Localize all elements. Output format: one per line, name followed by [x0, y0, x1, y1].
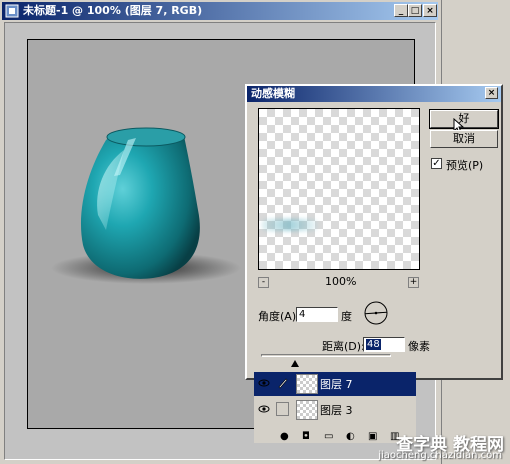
- blur-preview-stroke: [261, 219, 319, 231]
- dialog-close-button[interactable]: ×: [485, 87, 498, 99]
- zoom-out-button[interactable]: -: [258, 277, 269, 288]
- layer-row[interactable]: 图层 3: [254, 398, 416, 422]
- angle-dial[interactable]: [363, 300, 389, 326]
- angle-input[interactable]: 4: [296, 307, 338, 322]
- distance-slider-track[interactable]: [261, 354, 391, 357]
- angle-label: 角度(A):: [258, 310, 300, 323]
- layer-row[interactable]: 图层 7: [254, 372, 416, 396]
- dialog-titlebar[interactable]: 动感模糊 ×: [247, 86, 501, 102]
- brush-icon: [278, 378, 288, 389]
- preview-checkbox[interactable]: ✓: [431, 158, 442, 169]
- watermark: 查字典 教程网 jiaocheng.chazidian.com: [330, 430, 506, 462]
- angle-unit: 度: [341, 310, 352, 323]
- document-title: 未标题-1 @ 100% (图层 7, RGB): [23, 4, 203, 17]
- eye-icon[interactable]: [258, 403, 270, 415]
- distance-value: 48: [366, 339, 381, 350]
- eye-icon[interactable]: [258, 377, 270, 389]
- minimize-button[interactable]: _: [394, 4, 408, 17]
- distance-label: 距离(D):: [322, 340, 365, 353]
- cancel-button[interactable]: 取消: [430, 130, 498, 148]
- close-button[interactable]: ×: [423, 4, 437, 17]
- distance-input[interactable]: 48: [363, 337, 405, 352]
- photoshop-doc-icon: [5, 4, 19, 18]
- mask-icon[interactable]: ◘: [302, 431, 310, 442]
- filter-preview[interactable]: [258, 108, 420, 270]
- layer-style-icon[interactable]: ●: [280, 431, 289, 442]
- layer-name: 图层 7: [320, 378, 353, 391]
- link-box[interactable]: [276, 402, 289, 416]
- distance-unit: 像素: [408, 340, 430, 353]
- motion-blur-dialog: 动感模糊 × - 100% + 好 取消 ✓ 预览(P) 角度(A): 4 度 …: [245, 84, 503, 380]
- distance-slider-thumb[interactable]: [291, 360, 299, 367]
- zoom-in-button[interactable]: +: [408, 277, 419, 288]
- preview-label: 预览(P): [446, 159, 484, 172]
- layer-thumbnail: [296, 400, 318, 420]
- watermark-url: jiaocheng.chazidian.com: [378, 450, 502, 461]
- zoom-level: 100%: [325, 275, 357, 288]
- maximize-button[interactable]: □: [408, 4, 422, 17]
- vase-rim: [106, 127, 186, 147]
- document-titlebar[interactable]: 未标题-1 @ 100% (图层 7, RGB) _ □ ×: [2, 2, 438, 20]
- layer-name: 图层 3: [320, 404, 353, 417]
- screen: 未标题-1 @ 100% (图层 7, RGB) _ □ × 动感模糊 × - …: [0, 0, 510, 464]
- dialog-title: 动感模糊: [251, 87, 295, 100]
- layer-thumbnail: [296, 374, 318, 394]
